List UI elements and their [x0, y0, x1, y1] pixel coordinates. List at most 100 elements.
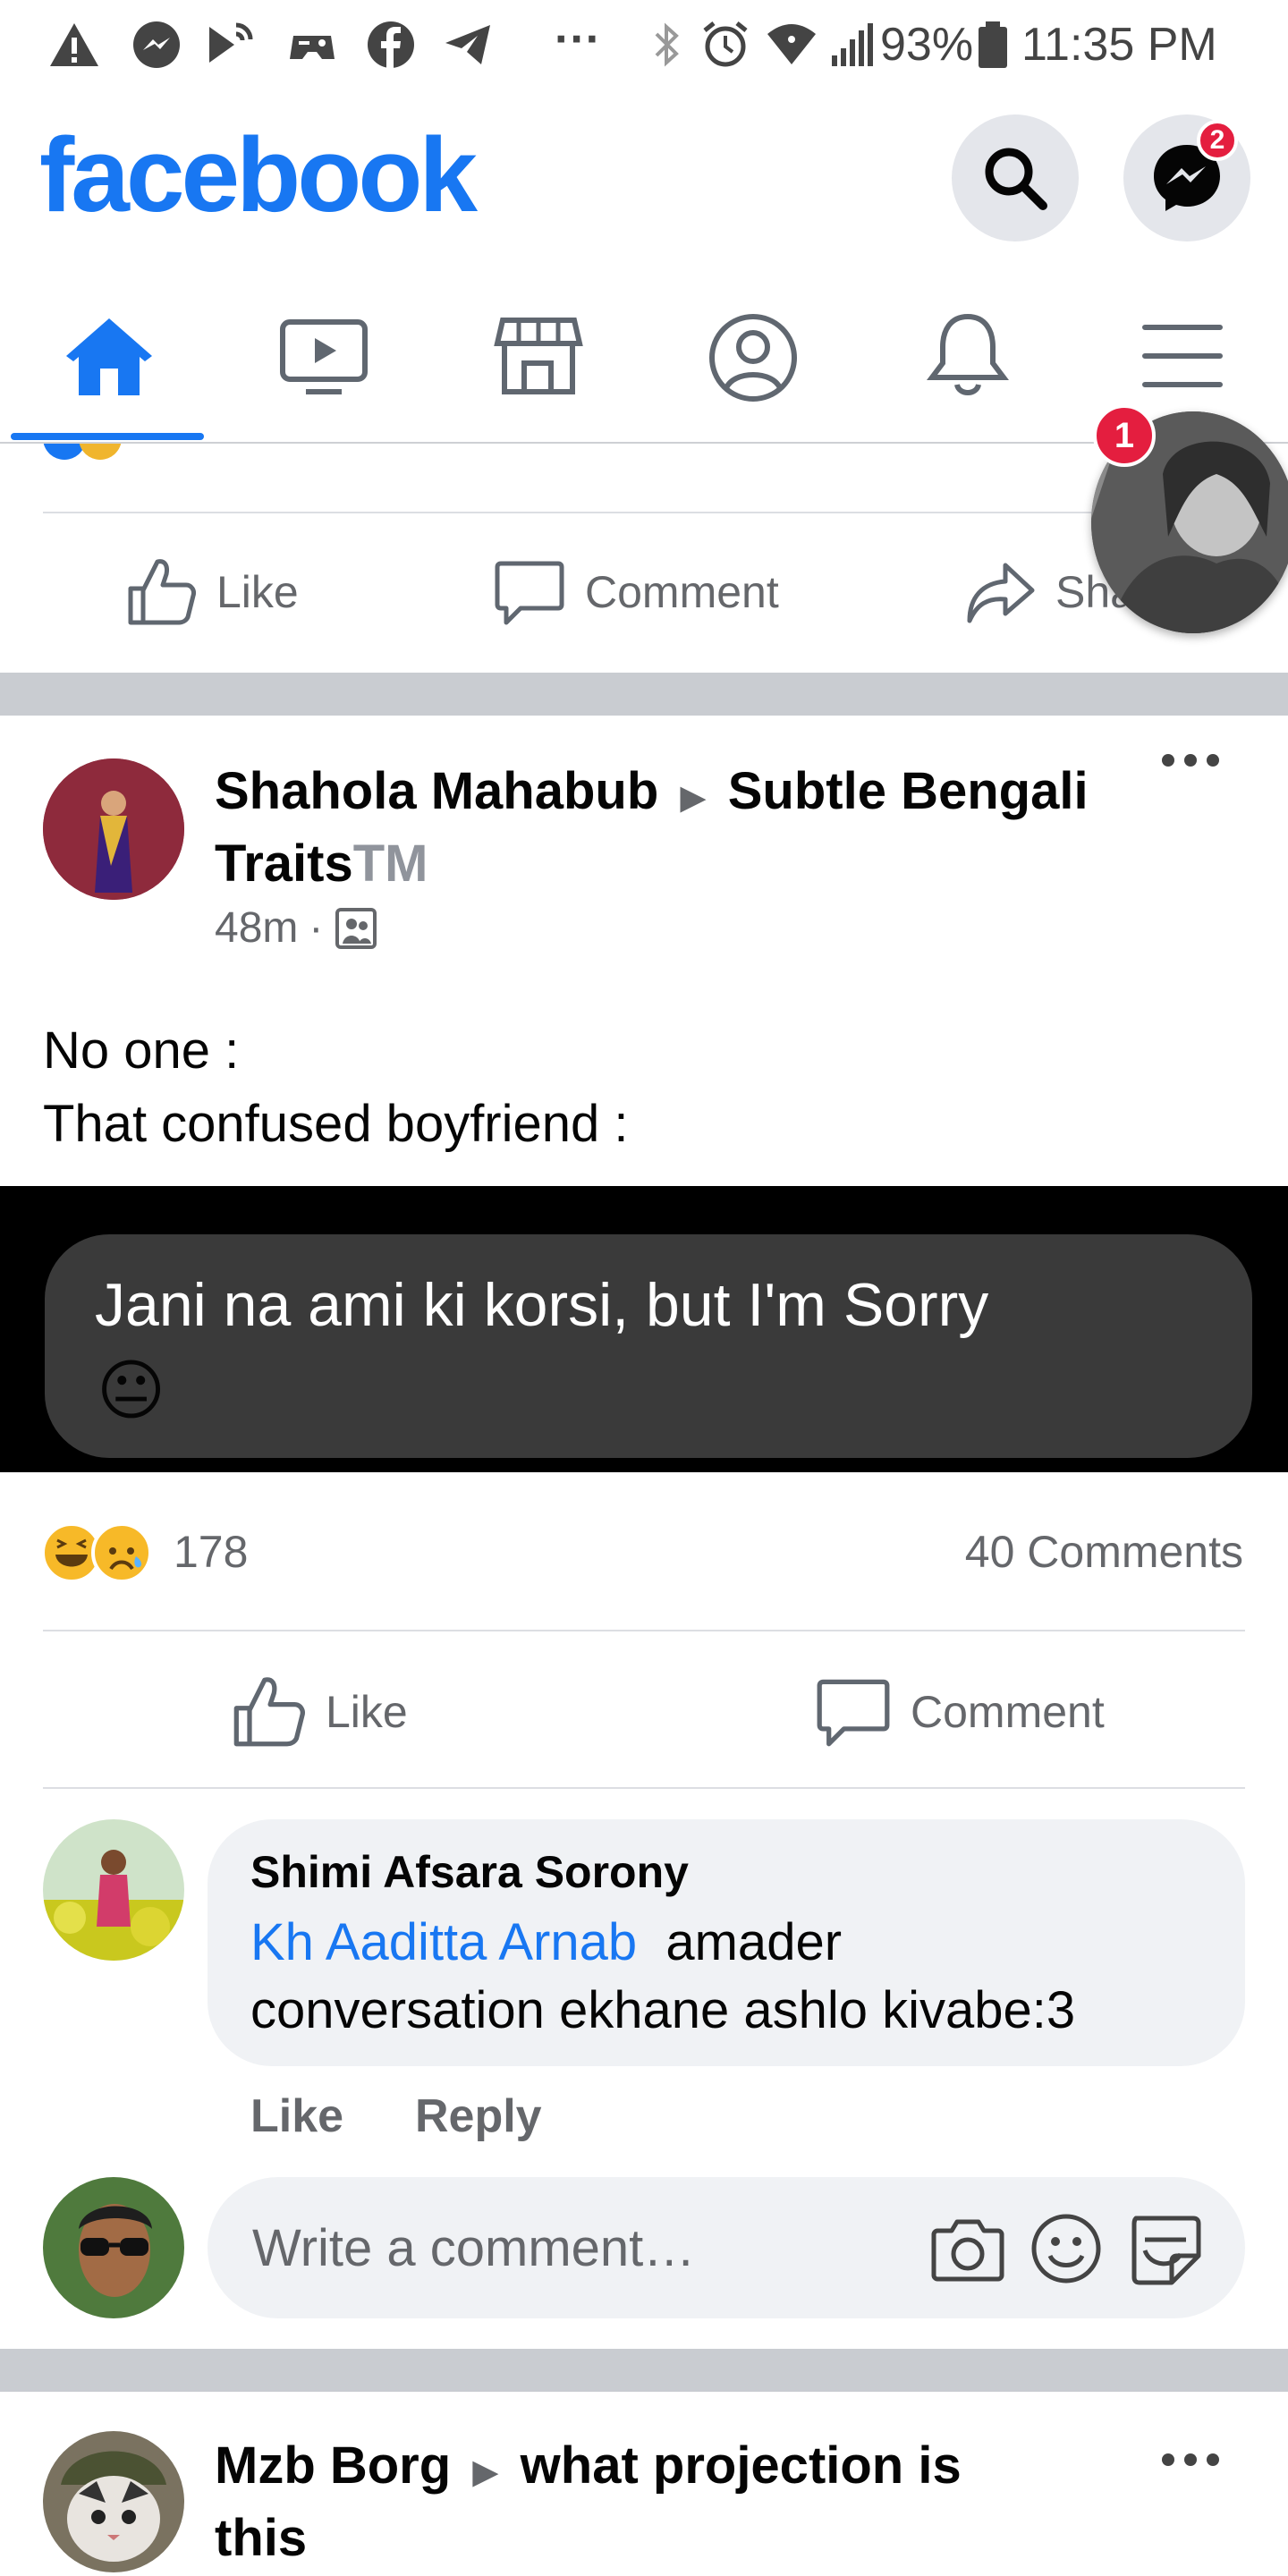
- status-bar: ··· 93% 11:35 PM: [0, 0, 1288, 89]
- tab-home[interactable]: [0, 295, 215, 420]
- chat-head-badge: 1: [1093, 404, 1156, 467]
- divider: [43, 512, 1245, 513]
- wifi-icon: [767, 24, 816, 64]
- post-text-line2: That confused boyfriend :: [43, 1095, 629, 1153]
- home-icon: [66, 318, 152, 395]
- search-button[interactable]: [952, 114, 1079, 242]
- battery-percent: 93%: [880, 19, 974, 71]
- author-avatar-post3[interactable]: [43, 2431, 184, 2572]
- post-header-text: Shahola Mahabub ▶ Subtle Bengali TraitsT…: [215, 758, 1109, 897]
- clock: 11:35 PM: [1021, 19, 1217, 71]
- divider: [43, 1787, 1245, 1789]
- group-privacy-icon: [335, 907, 377, 949]
- post3-options-button[interactable]: [1159, 2451, 1222, 2469]
- commenter-name[interactable]: Shimi Afsara Sorony: [250, 1846, 689, 1898]
- commenter-avatar[interactable]: [43, 1819, 184, 1961]
- reaction-icons[interactable]: [39, 1521, 165, 1585]
- author-avatar[interactable]: [43, 758, 184, 900]
- tab-menu[interactable]: [1073, 295, 1288, 420]
- meta-separator: ·: [309, 904, 324, 952]
- like-label: Like: [216, 567, 299, 617]
- emoji-icon[interactable]: [1029, 2211, 1104, 2286]
- tab-profile[interactable]: [644, 295, 859, 420]
- divider: [43, 1630, 1245, 1631]
- post-separator: [0, 2349, 1288, 2392]
- active-tab-indicator: [11, 433, 204, 440]
- messenger-badge: 2: [1197, 120, 1238, 161]
- signal-icon: [832, 23, 873, 66]
- comment-text: Kh Aaditta Arnab amader conversation ekh…: [250, 1909, 1234, 2045]
- tab-notifications[interactable]: [859, 295, 1073, 420]
- bluetooth-icon: [655, 22, 679, 67]
- reactions-remnant: [43, 444, 132, 462]
- neutral-face-emoji: 😐: [97, 1353, 166, 1428]
- arrow-icon: ▶: [472, 2453, 499, 2491]
- post3-author-name[interactable]: Mzb Borg: [215, 2436, 451, 2495]
- commenter-photo: [43, 1819, 184, 1961]
- like-button-prev[interactable]: Like: [125, 547, 299, 637]
- like-icon: [128, 559, 196, 625]
- image-bubble: Jani na ami ki korsi, but I'm Sorry 😐: [45, 1234, 1252, 1458]
- current-user-avatar[interactable]: [43, 2177, 184, 2318]
- arrow-icon: ▶: [680, 779, 707, 817]
- image-text: Jani na ami ki korsi, but I'm Sorry: [95, 1271, 989, 1339]
- facebook-logo[interactable]: facebook: [39, 114, 478, 236]
- write-comment-placeholder: Write a comment…: [252, 2219, 696, 2277]
- like-icon: [233, 1677, 305, 1747]
- comment-label: Comment: [911, 1687, 1105, 1737]
- comment-like-button[interactable]: Like: [250, 2089, 343, 2143]
- more-notifications: ···: [555, 13, 601, 65]
- comment-button-prev[interactable]: Comment: [494, 547, 779, 637]
- alarm-icon: [703, 21, 748, 67]
- comment-label: Comment: [585, 567, 779, 617]
- comment-reply-button[interactable]: Reply: [415, 2089, 542, 2143]
- marketplace-icon: [494, 318, 583, 394]
- tab-marketplace[interactable]: [429, 295, 644, 420]
- post-options-button[interactable]: [1159, 751, 1222, 769]
- video-icon: [280, 319, 368, 394]
- tab-watch[interactable]: [215, 295, 429, 420]
- post-separator: [0, 673, 1288, 716]
- current-user-photo: [43, 2177, 184, 2318]
- author-photo-post3: [43, 2431, 184, 2572]
- author-photo: [43, 758, 184, 900]
- reaction-count[interactable]: 178: [174, 1526, 248, 1578]
- comment-icon: [817, 1679, 890, 1747]
- cast-play-icon: [209, 22, 253, 63]
- write-comment-field[interactable]: Write a comment…: [208, 2177, 1245, 2318]
- warning-icon: [50, 23, 98, 66]
- post-time[interactable]: 48m: [215, 903, 298, 953]
- sticker-icon[interactable]: [1127, 2211, 1202, 2286]
- post-text: No one : That confused boyfriend :: [43, 1014, 629, 1161]
- menu-icon: [1142, 325, 1223, 387]
- telegram-icon: [445, 25, 490, 64]
- comment-bubble[interactable]: Shimi Afsara Sorony Kh Aaditta Arnab ama…: [208, 1819, 1245, 2066]
- author-name[interactable]: Shahola Mahabub: [215, 762, 658, 820]
- camera-icon[interactable]: [930, 2211, 1005, 2286]
- facebook-notify-icon: [368, 21, 414, 68]
- game-icon: [290, 36, 335, 59]
- search-icon: [985, 148, 1047, 210]
- comment-mention[interactable]: Kh Aaditta Arnab: [250, 1913, 637, 1971]
- comment-button[interactable]: Comment: [816, 1667, 1105, 1757]
- post-meta: 48m ·: [215, 903, 378, 953]
- comments-count[interactable]: 40 Comments: [965, 1526, 1243, 1578]
- share-icon: [967, 563, 1035, 623]
- messenger-notify-icon: [133, 21, 180, 68]
- bell-icon: [927, 313, 1009, 395]
- comment-text-rest: amader: [665, 1913, 843, 1971]
- more-dots-icon: [1162, 2453, 1219, 2466]
- like-button[interactable]: Like: [231, 1667, 408, 1757]
- post3-group-line2[interactable]: this: [215, 2509, 307, 2567]
- haha-sad-reaction-icons: [41, 1522, 152, 1583]
- post-image[interactable]: Jani na ami ki korsi, but I'm Sorry 😐: [0, 1186, 1288, 1472]
- more-dots-icon: [1162, 754, 1219, 767]
- post3-group-line1[interactable]: what projection is: [521, 2436, 962, 2495]
- post3-header-text: Mzb Borg ▶ what projection is this: [215, 2433, 1109, 2572]
- group-tm: TM: [352, 835, 428, 893]
- profile-icon: [709, 314, 797, 402]
- comment-icon: [495, 561, 564, 625]
- comment-text-line2: conversation ekhane ashlo kivabe:3: [250, 1981, 1076, 2039]
- post-text-line1: No one :: [43, 1021, 240, 1080]
- battery-icon: [979, 21, 1007, 68]
